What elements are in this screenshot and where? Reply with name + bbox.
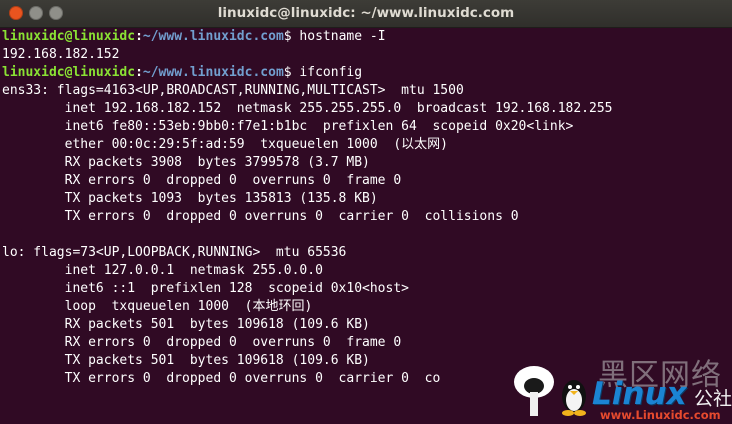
output-line: lo: flags=73<UP,LOOPBACK,RUNNING> mtu 65… (2, 245, 347, 260)
output-line: ens33: flags=4163<UP,BROADCAST,RUNNING,M… (2, 83, 464, 98)
output-line: RX packets 3908 bytes 3799578 (3.7 MB) (2, 155, 370, 170)
output-line: inet 127.0.0.1 netmask 255.0.0.0 (2, 263, 323, 278)
output-line: inet6 fe80::53eb:9bb0:f7e1:b1bc prefixle… (2, 119, 574, 134)
terminal-window: linuxidc@linuxidc: ~/www.linuxidc.com li… (0, 0, 732, 424)
watermark: 黑区网络 Linux 公社 www.Linuxidc.com (500, 348, 732, 424)
output-line: TX packets 1093 bytes 135813 (135.8 KB) (2, 191, 378, 206)
title-bar[interactable]: linuxidc@linuxidc: ~/www.linuxidc.com (0, 0, 732, 28)
output-line: TX errors 0 dropped 0 overruns 0 carrier… (2, 209, 519, 224)
output-line: inet6 ::1 prefixlen 128 scopeid 0x10<hos… (2, 281, 409, 296)
prompt-line: linuxidc@linuxidc:~/www.linuxidc.com$ if… (2, 64, 732, 82)
prompt-path: ~/www.linuxidc.com (142, 29, 284, 44)
watermark-brand: Linux (592, 376, 687, 412)
tux-logo-icon (514, 366, 586, 416)
output-line: ether 00:0c:29:5f:ad:59 txqueuelen 1000 … (2, 137, 448, 152)
prompt-user-host: linuxidc@linuxidc (2, 29, 136, 44)
output-line: 192.168.182.152 (2, 47, 120, 62)
prompt-user-host: linuxidc@linuxidc (2, 65, 136, 80)
command-text: hostname -I (291, 29, 386, 44)
output-line: loop txqueuelen 1000 (本地环回) (2, 299, 313, 314)
prompt-dollar: $ (283, 65, 292, 80)
output-line: RX packets 501 bytes 109618 (109.6 KB) (2, 317, 370, 332)
command-text: ifconfig (291, 65, 363, 80)
watermark-suffix: 公社 (694, 388, 732, 410)
output-line: RX errors 0 dropped 0 overruns 0 frame 0 (2, 173, 402, 188)
prompt-dollar: $ (283, 29, 292, 44)
prompt-line: linuxidc@linuxidc:~/www.linuxidc.com$ ho… (2, 28, 732, 46)
prompt-colon: : (135, 65, 143, 80)
prompt-colon: : (135, 29, 143, 44)
output-line: inet 192.168.182.152 netmask 255.255.255… (2, 101, 613, 116)
watermark-url: www.Linuxidc.com (600, 408, 721, 422)
prompt-path: ~/www.linuxidc.com (142, 65, 284, 80)
window-title: linuxidc@linuxidc: ~/www.linuxidc.com (217, 5, 515, 21)
